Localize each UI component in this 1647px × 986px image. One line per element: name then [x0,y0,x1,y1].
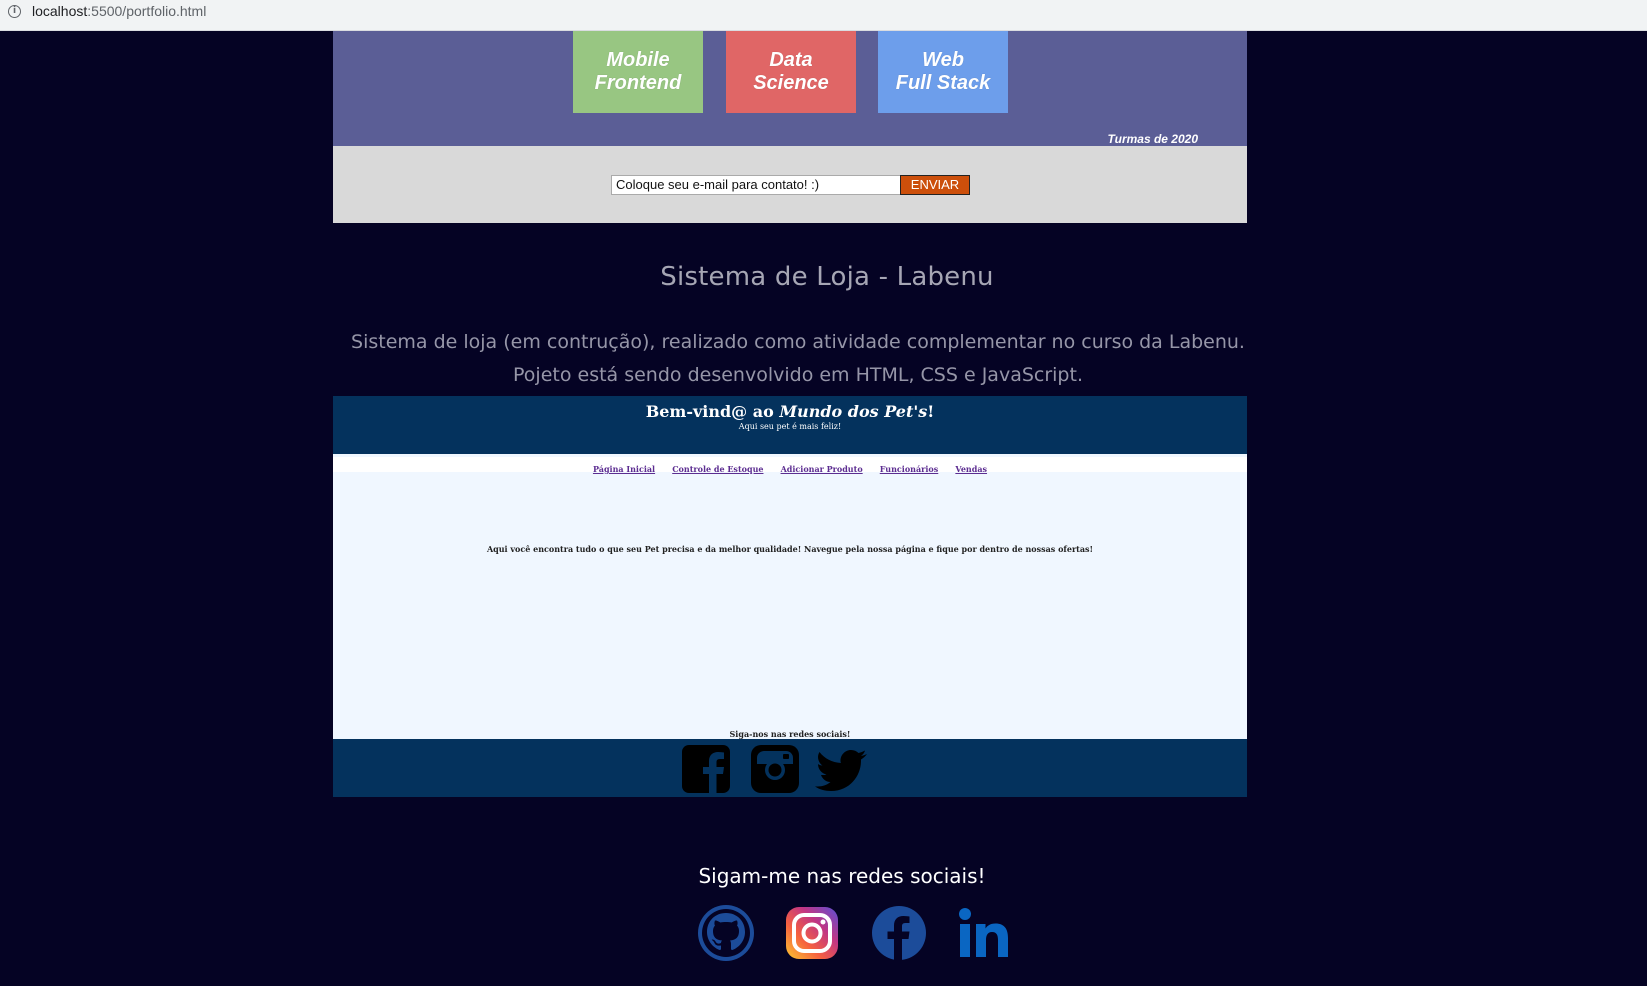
nav-funcionarios[interactable]: Funcionários [880,464,939,474]
url-host: localhost [32,3,88,19]
course-line1: Web [922,49,964,71]
course-line2: Science [753,72,829,94]
site-info-icon[interactable]: i [8,5,21,18]
course-data-science[interactable]: Data Science [726,31,856,113]
url-text[interactable]: localhost:5500/portfolio.html [32,3,206,19]
course-line2: Full Stack [895,72,991,94]
twitter-icon[interactable] [815,744,871,794]
nav-pagina-inicial[interactable]: Página Inicial [593,464,655,474]
footer-follow-text: Sigam-me nas redes sociais! [698,864,986,888]
petshop-nav: Página Inicial Controle de Estoque Adici… [333,454,1247,474]
nav-controle-estoque[interactable]: Controle de Estoque [672,464,763,474]
course-line1: Mobile [606,49,670,71]
petshop-main-text: Aqui você encontra tudo o que seu Pet pr… [486,544,1094,554]
send-button[interactable]: ENVIAR [900,175,970,195]
petshop-title: Bem-vind@ ao Mundo dos Pet's! [333,402,1247,421]
browser-address-bar[interactable]: i localhost:5500/portfolio.html [0,0,1647,31]
petshop-title-suffix: ! [927,402,935,421]
instagram-icon[interactable] [783,904,841,962]
linkedin-icon[interactable] [956,904,1014,962]
instagram-icon[interactable] [747,744,803,794]
facebook-icon[interactable] [679,744,735,794]
course-line1: Data [769,49,813,71]
project-desc-line2: Pojeto está sendo desenvolvido em HTML, … [513,364,1083,386]
petshop-header: Bem-vind@ ao Mundo dos Pet's! Aqui seu p… [333,396,1247,454]
url-path: :5500/portfolio.html [87,3,207,19]
email-input[interactable]: Coloque seu e-mail para contato! :) [611,175,901,195]
project-description: Sistema de loja (em contrução), realizad… [343,326,1253,392]
course-web-full-stack[interactable]: Web Full Stack [878,31,1008,113]
project-desc-line1: Sistema de loja (em contrução), realizad… [351,331,1245,353]
petshop-follow-text: Siga-nos nas redes sociais! [729,729,851,739]
turmas-label: Turmas de 2020 [1107,132,1199,146]
petshop-subtitle: Aqui seu pet é mais feliz! [738,422,842,431]
petshop-title-italic: Mundo dos Pet's [779,402,928,421]
github-icon[interactable] [697,904,755,962]
petshop-footer [333,739,1247,797]
nav-vendas[interactable]: Vendas [955,464,987,474]
petshop-title-prefix: Bem-vind@ ao [645,402,780,421]
facebook-icon[interactable] [870,904,928,962]
course-mobile-frontend[interactable]: Mobile Frontend [573,31,703,113]
labenu-contact-form: Coloque seu e-mail para contato! :) ENVI… [333,146,1247,223]
nav-adicionar-produto[interactable]: Adicionar Produto [781,464,863,474]
project-title: Sistema de Loja - Labenu [660,262,994,292]
petshop-preview: Bem-vind@ ao Mundo dos Pet's! Aqui seu p… [333,396,1247,797]
labenu-courses-banner: Mobile Frontend Data Science Web Full St… [333,31,1247,146]
course-line2: Frontend [594,72,682,94]
